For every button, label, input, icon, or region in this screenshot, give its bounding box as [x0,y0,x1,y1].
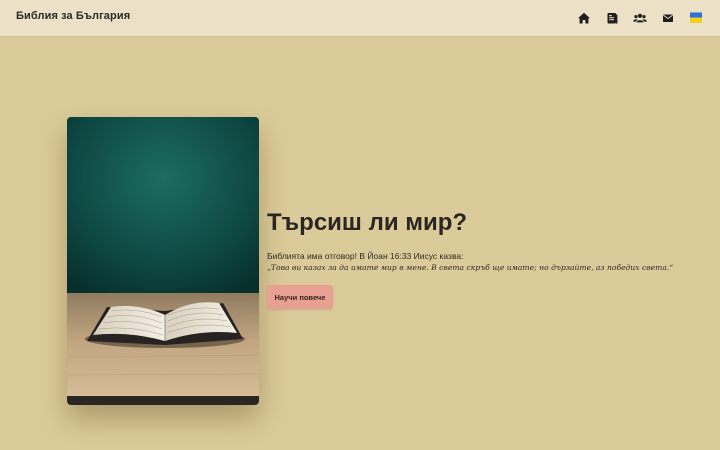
top-navigation-bar: Библия за България [0,0,720,36]
hero-title: Търсиш ли мир? [267,209,468,236]
site-brand[interactable]: Библия за България [16,10,130,22]
book-icon[interactable] [603,9,621,27]
open-bible-image [67,117,259,405]
main-nav [520,9,720,27]
hero-bible-quote: „Това ви казах за да имате мир в мене. В… [267,263,674,272]
flag-bottom-stripe [690,17,702,23]
hero-intro-text: Библията има отговор! В Йоан 16:33 Иисус… [267,251,464,261]
home-icon[interactable] [575,9,593,27]
learn-more-button[interactable]: Научи повече [267,285,333,309]
mail-icon[interactable] [659,9,677,27]
flag-top-stripe [690,12,702,18]
group-icon[interactable] [631,9,649,27]
ukraine-flag-icon[interactable] [687,9,705,27]
